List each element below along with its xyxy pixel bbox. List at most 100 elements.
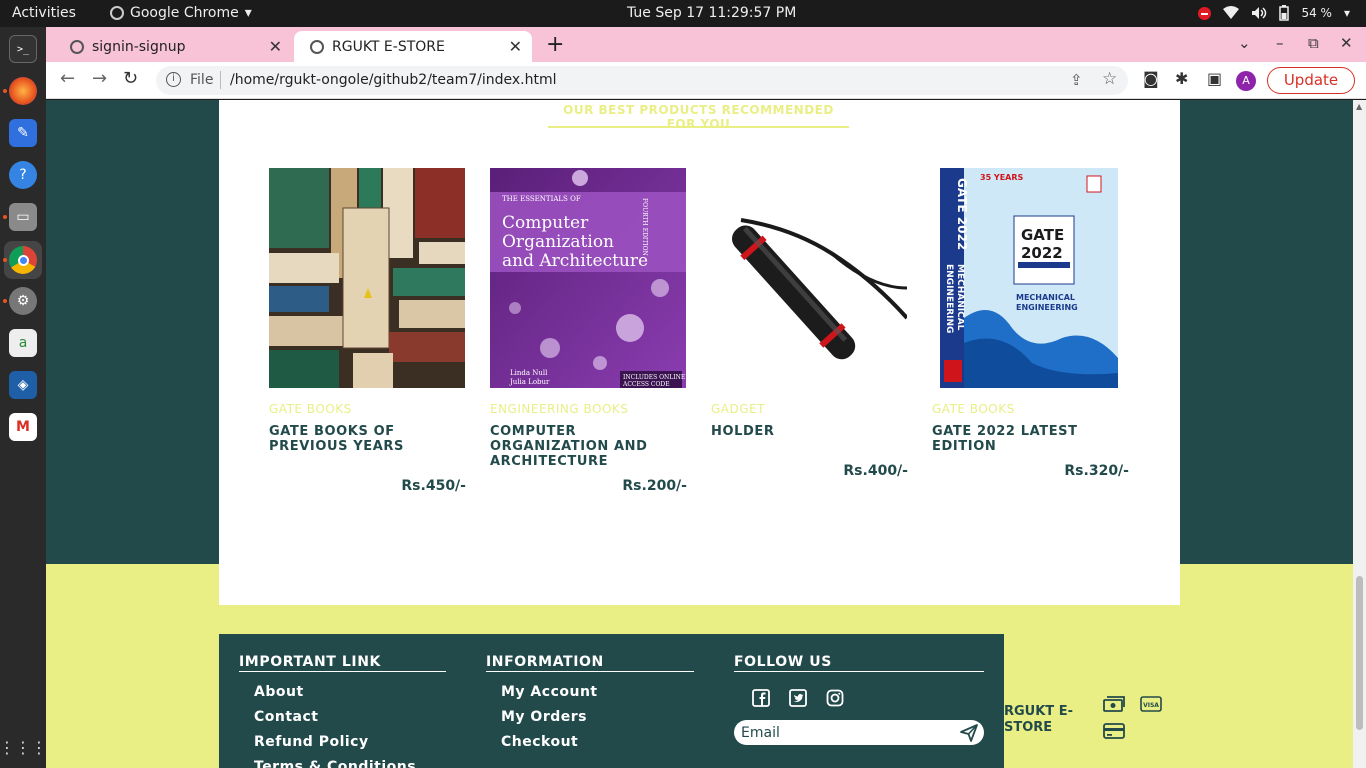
more-menu-icon[interactable]: ⋮	[1360, 69, 1366, 88]
footer: IMPORTANT LINK About Contact Refund Poli…	[219, 634, 1004, 768]
footer-heading: INFORMATION	[486, 654, 694, 672]
product-image-stack-of-books[interactable]	[269, 168, 465, 388]
products-section: OUR BEST PRODUCTS RECOMMENDED FOR YOU GA…	[219, 100, 1180, 605]
close-window-icon[interactable]: ✕	[1340, 34, 1353, 52]
app-menu-label: Google Chrome	[130, 5, 239, 21]
footer-information: INFORMATION My Account My Orders Checkou…	[486, 654, 694, 759]
tab-signin-signup[interactable]: signin-signup ✕	[54, 31, 292, 62]
product-image-drawing-tube-holder[interactable]	[711, 168, 907, 388]
product-card[interactable]: GADGET HOLDER Rs.400/-	[711, 168, 908, 479]
close-icon[interactable]: ✕	[509, 37, 522, 56]
reload-icon[interactable]: ↻	[123, 68, 138, 89]
browser-tab-strip: signin-signup ✕ RGUKT E-STORE ✕ + ⌄ – ⧉ …	[46, 27, 1366, 62]
product-image-coa-book-cover[interactable]: THE ESSENTIALS OF Computer Organization …	[490, 168, 686, 388]
footer-heading: FOLLOW US	[734, 654, 984, 672]
product-card[interactable]: GATE 2022 MECHANICAL ENGINEERING 35 YEAR…	[932, 168, 1129, 479]
back-icon[interactable]: ←	[60, 68, 75, 89]
product-card[interactable]: THE ESSENTIALS OF Computer Organization …	[490, 168, 687, 494]
minimize-icon[interactable]: –	[1276, 34, 1284, 52]
title-underline	[548, 126, 849, 128]
share-icon[interactable]: ⇪	[1070, 71, 1083, 89]
app-menu[interactable]: Google Chrome ▾	[110, 5, 252, 21]
product-card[interactable]: GATE BOOKS GATE BOOKS OF PREVIOUS YEARS …	[269, 168, 466, 494]
side-panel-icon[interactable]: ▣	[1207, 69, 1222, 88]
firefox-icon[interactable]	[9, 77, 37, 105]
cover-gate-text: GATE	[1021, 226, 1064, 244]
maximize-icon[interactable]: ⧉	[1308, 34, 1319, 52]
scroll-up-arrow-icon[interactable]: ▲	[1356, 102, 1362, 111]
close-icon[interactable]: ✕	[269, 37, 282, 56]
activities-button[interactable]: Activities	[12, 5, 76, 21]
footer-link-terms[interactable]: Terms & Conditions	[254, 759, 446, 768]
gmail-icon[interactable]: M	[9, 413, 37, 441]
product-name[interactable]: GATE BOOKS OF PREVIOUS YEARS	[269, 424, 466, 454]
cash-icon	[1103, 696, 1125, 712]
bookmark-star-icon[interactable]: ☆	[1102, 69, 1117, 89]
product-price: Rs.320/-	[1064, 463, 1129, 479]
text-editor-icon[interactable]: ✎	[9, 119, 37, 147]
footer-link-my-account[interactable]: My Account	[501, 684, 694, 700]
footer-link-contact[interactable]: Contact	[254, 709, 446, 725]
clock[interactable]: Tue Sep 17 11:29:57 PM	[627, 5, 796, 21]
profile-avatar[interactable]: A	[1236, 71, 1256, 91]
scroll-thumb[interactable]	[1356, 576, 1363, 730]
product-category: ENGINEERING BOOKS	[490, 402, 629, 416]
running-indicator	[3, 299, 7, 303]
system-tray[interactable]: 54 % ▾	[1198, 5, 1350, 21]
update-button[interactable]: Update	[1267, 67, 1355, 94]
terminal-icon[interactable]: >_	[9, 35, 37, 63]
facebook-icon[interactable]	[752, 689, 770, 707]
product-image-gate-2022-cover[interactable]: GATE 2022 MECHANICAL ENGINEERING 35 YEAR…	[932, 168, 1128, 388]
instagram-icon[interactable]	[826, 689, 844, 707]
send-icon[interactable]	[959, 723, 979, 743]
globe-icon	[70, 39, 84, 54]
tab-search-icon[interactable]: ⌄	[1238, 34, 1251, 52]
page-scrollbar[interactable]: ▲	[1353, 100, 1366, 768]
cover-series-text: THE ESSENTIALS OF	[502, 195, 581, 203]
product-name[interactable]: HOLDER	[711, 424, 908, 439]
product-category: GATE BOOKS	[932, 402, 1015, 416]
files-icon[interactable]: ▭	[9, 203, 37, 231]
cover-title-line: and Architecture	[502, 251, 648, 271]
virtualbox-icon[interactable]: ◈	[9, 371, 37, 399]
page-viewport: OUR BEST PRODUCTS RECOMMENDED FOR YOU GA…	[46, 100, 1353, 768]
chrome-app-icon	[110, 6, 124, 20]
app-store-icon[interactable]: a	[9, 329, 37, 357]
footer-follow-us: FOLLOW US	[734, 654, 984, 745]
social-links	[734, 689, 984, 707]
address-bar[interactable]: i File /home/rgukt-ongole/github2/team7/…	[156, 66, 1128, 95]
footer-link-my-orders[interactable]: My Orders	[501, 709, 694, 725]
twitter-icon[interactable]	[789, 689, 807, 707]
footer-link-about[interactable]: About	[254, 684, 446, 700]
cover-spine-text: GATE 2022	[955, 178, 969, 250]
tab-title: RGUKT E-STORE	[332, 38, 445, 55]
forward-icon[interactable]: →	[92, 68, 107, 89]
email-input[interactable]	[734, 720, 949, 745]
cover-title-line: Computer	[502, 213, 589, 233]
product-price: Rs.450/-	[401, 478, 466, 494]
cover-spine-text: ENGINEERING	[944, 264, 954, 333]
site-info-icon[interactable]: i	[166, 72, 181, 87]
tab-title: signin-signup	[92, 38, 186, 55]
help-icon[interactable]: ?	[9, 161, 37, 189]
settings-icon[interactable]: ⚙	[9, 287, 37, 315]
footer-link-checkout[interactable]: Checkout	[501, 734, 694, 750]
show-apps-icon[interactable]: ⋮⋮⋮	[0, 733, 47, 761]
tab-rgukt-estore[interactable]: RGUKT E-STORE ✕	[294, 31, 532, 62]
volume-icon	[1252, 7, 1267, 19]
footer-important-links: IMPORTANT LINK About Contact Refund Poli…	[239, 654, 446, 768]
product-name[interactable]: COMPUTER ORGANIZATION AND ARCHITECTURE	[490, 424, 687, 469]
extensions-icon[interactable]: ✱	[1175, 69, 1188, 88]
chevron-down-icon: ▾	[244, 5, 252, 21]
visa-icon: VISA	[1140, 696, 1162, 712]
url-text[interactable]: /home/rgukt-ongole/github2/team7/index.h…	[230, 72, 557, 88]
footer-link-refund-policy[interactable]: Refund Policy	[254, 734, 446, 750]
product-price: Rs.200/-	[622, 478, 687, 494]
new-tab-button[interactable]: +	[546, 32, 564, 57]
chrome-icon[interactable]	[9, 246, 37, 274]
running-indicator	[3, 89, 7, 93]
lens-icon[interactable]: ◙	[1143, 69, 1159, 88]
cover-years-text: 35 YEARS	[980, 173, 1024, 182]
cover-year-text: 2022	[1021, 244, 1063, 262]
product-name[interactable]: GATE 2022 LATEST EDITION	[932, 424, 1129, 454]
